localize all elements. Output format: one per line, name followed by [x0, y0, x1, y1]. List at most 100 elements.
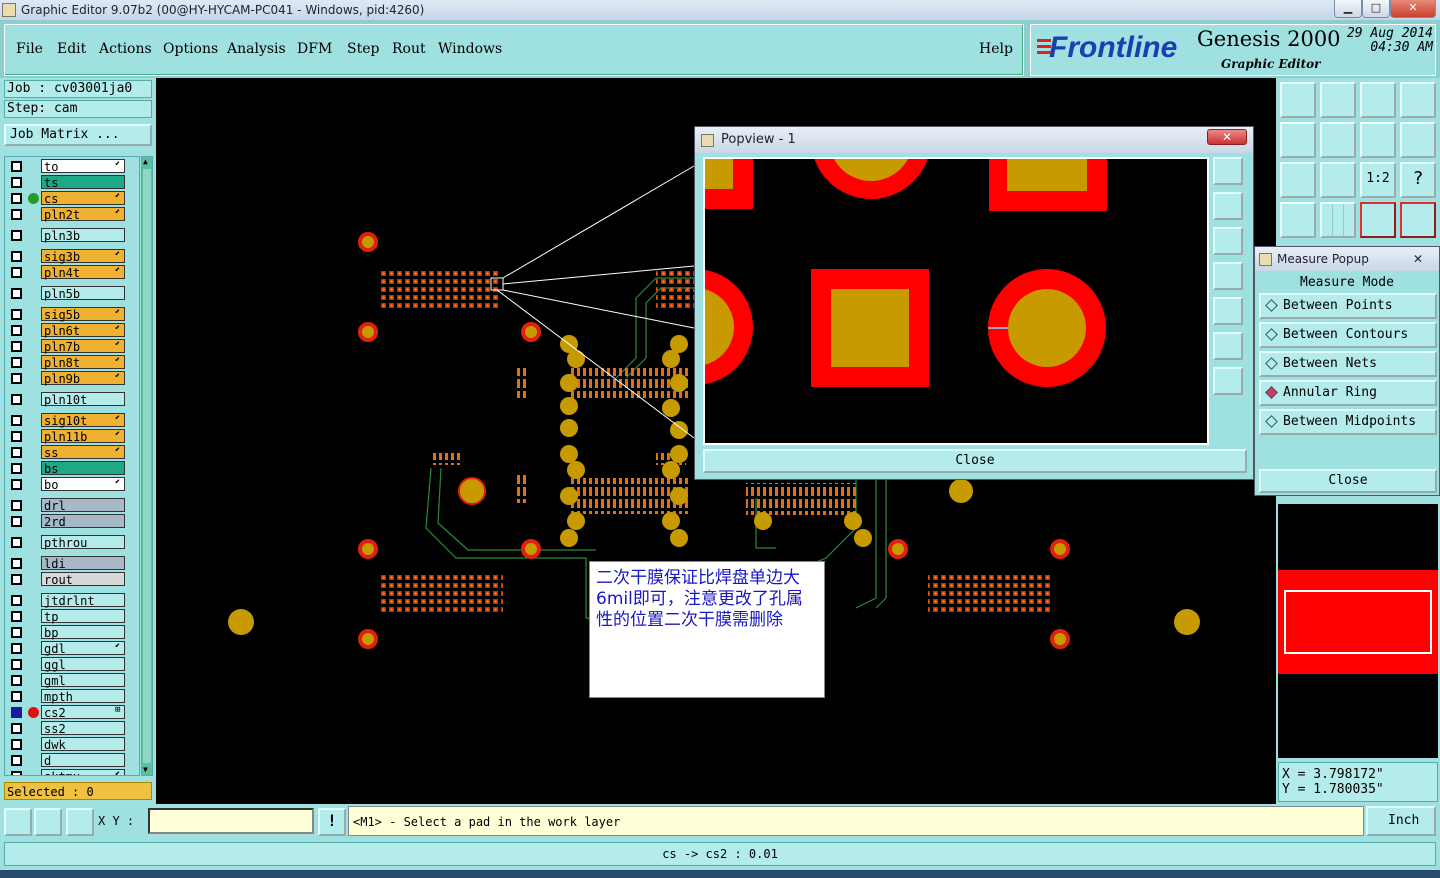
layer-row[interactable]: sktmx⬋ — [7, 769, 139, 775]
layer-row[interactable]: bp — [7, 625, 139, 640]
layer-name[interactable]: d — [41, 753, 125, 768]
layer-row[interactable]: ts — [7, 175, 139, 190]
layer-checkbox[interactable] — [11, 723, 22, 734]
layer-checkbox[interactable] — [11, 707, 22, 718]
layer-name[interactable]: bs — [41, 461, 125, 476]
layer-row[interactable]: bo ⬋ — [7, 477, 139, 492]
layer-row[interactable]: gml — [7, 673, 139, 688]
net-highlight-icon[interactable] — [1360, 202, 1396, 238]
popview-zoom-out-icon[interactable] — [1213, 367, 1243, 395]
layer-list-scrollbar[interactable]: ▲ ▼ — [141, 156, 153, 776]
layer-checkbox[interactable] — [11, 755, 22, 766]
layer-name[interactable]: 2rd — [41, 514, 125, 529]
layer-name[interactable]: rout — [41, 572, 125, 587]
menu-dfm[interactable]: DFM — [297, 41, 332, 57]
layer-row[interactable]: ss2 — [7, 721, 139, 736]
layer-row[interactable]: cs2 ⊞ — [7, 705, 139, 720]
layer-checkbox[interactable] — [11, 325, 22, 336]
layer-name[interactable]: jtdrlnt — [41, 593, 125, 608]
layer-name[interactable]: pln7b — [41, 339, 125, 354]
popview-close-button[interactable]: Close — [703, 449, 1247, 473]
layer-checkbox[interactable] — [11, 516, 22, 527]
layer-name[interactable]: dwk — [41, 737, 125, 752]
layer-name[interactable]: cs2 — [41, 705, 125, 720]
layer-checkbox[interactable] — [11, 611, 22, 622]
layer-row[interactable]: d — [7, 753, 139, 768]
layer-row[interactable]: ldi — [7, 556, 139, 571]
layer-name[interactable]: pthrou — [41, 535, 125, 550]
layer-name[interactable]: ss2 — [41, 721, 125, 736]
layer-checkbox[interactable] — [11, 479, 22, 490]
layer-checkbox[interactable] — [11, 691, 22, 702]
popview-pan-left-icon[interactable] — [1213, 262, 1243, 290]
layer-name[interactable]: ss — [41, 445, 125, 460]
edit-tool-icon[interactable] — [34, 808, 62, 836]
layer-row[interactable]: ss ⬋ — [7, 445, 139, 460]
mode-annular-ring[interactable]: Annular Ring — [1259, 380, 1437, 406]
layer-checkbox[interactable] — [11, 675, 22, 686]
scroll-down-icon[interactable]: ▼ — [143, 765, 151, 775]
popview-canvas[interactable] — [703, 157, 1209, 445]
layer-row[interactable]: pln3b — [7, 228, 139, 243]
menu-help[interactable]: Help — [979, 41, 1013, 57]
layer-checkbox[interactable] — [11, 431, 22, 442]
layer-name[interactable]: pln3b — [41, 228, 125, 243]
overview-viewport[interactable] — [1284, 590, 1432, 654]
layer-name[interactable]: sig5b — [41, 307, 125, 322]
layer-checkbox[interactable] — [11, 373, 22, 384]
layer-row[interactable]: pln5b — [7, 286, 139, 301]
mirror-icon[interactable] — [1360, 122, 1396, 158]
net-select-icon[interactable] — [1400, 202, 1436, 238]
popview-zoom-fit-icon[interactable] — [1213, 157, 1243, 185]
view-down-icon[interactable] — [1320, 82, 1356, 118]
layer-name[interactable]: pln8t — [41, 355, 125, 370]
layer-checkbox[interactable] — [11, 161, 22, 172]
layer-row[interactable]: bs — [7, 461, 139, 476]
mode-between-nets[interactable]: Between Nets — [1259, 351, 1437, 377]
layer-row[interactable]: pln8t ⬋ — [7, 355, 139, 370]
snap-icon[interactable] — [1400, 122, 1436, 158]
layer-name[interactable]: sig10t — [41, 413, 125, 428]
layer-checkbox[interactable] — [11, 193, 22, 204]
layer-name[interactable]: sig3b — [41, 249, 125, 264]
menu-file[interactable]: File — [16, 41, 43, 57]
layer-row[interactable]: ggl — [7, 657, 139, 672]
layer-row[interactable]: pln7b ⬋ — [7, 339, 139, 354]
menu-windows[interactable]: Windows — [438, 41, 502, 57]
layer-row[interactable]: pln4t ⬋ — [7, 265, 139, 280]
layer-row[interactable]: jtdrlnt — [7, 593, 139, 608]
popview-close-icon[interactable]: ✕ — [1207, 129, 1247, 145]
layer-name[interactable]: cs — [41, 191, 125, 206]
popview-zoom-in-icon[interactable] — [1213, 332, 1243, 360]
zoom-home-icon[interactable] — [1280, 162, 1316, 198]
layer-checkbox[interactable] — [11, 595, 22, 606]
layer-checkbox[interactable] — [11, 394, 22, 405]
layer-checkbox[interactable] — [11, 357, 22, 368]
units-select[interactable]: Inch — [1366, 806, 1436, 836]
layer-checkbox[interactable] — [11, 500, 22, 511]
popview-pan-down-icon[interactable] — [1213, 227, 1243, 255]
layer-checkbox[interactable] — [11, 209, 22, 220]
layer-checkbox[interactable] — [11, 251, 22, 262]
layer-name[interactable]: pln10t — [41, 392, 125, 407]
snap-tool-icon[interactable] — [66, 808, 94, 836]
layer-checkbox[interactable] — [11, 643, 22, 654]
menu-analysis[interactable]: Analysis — [227, 41, 286, 57]
layer-checkbox[interactable] — [11, 447, 22, 458]
layer-checkbox[interactable] — [11, 341, 22, 352]
popview-pan-up-icon[interactable] — [1213, 192, 1243, 220]
layer-name[interactable]: gdl — [41, 641, 125, 656]
layer-row[interactable]: pln6t ⬋ — [7, 323, 139, 338]
layer-row[interactable]: pthrou — [7, 535, 139, 550]
scale-1-2-icon[interactable]: 1:2 — [1360, 162, 1396, 198]
layer-name[interactable]: ldi — [41, 556, 125, 571]
layer-name[interactable]: drl — [41, 498, 125, 513]
layer-row[interactable]: rout — [7, 572, 139, 587]
layer-name[interactable]: ggl — [41, 657, 125, 672]
layer-name[interactable]: pln9b — [41, 371, 125, 386]
grid-toggle-icon[interactable] — [1320, 202, 1356, 238]
zoom-fit-icon[interactable] — [1320, 162, 1356, 198]
layer-name[interactable]: pln4t — [41, 265, 125, 280]
layer-row[interactable]: to ⬋ — [7, 159, 139, 174]
layer-row[interactable]: drl — [7, 498, 139, 513]
